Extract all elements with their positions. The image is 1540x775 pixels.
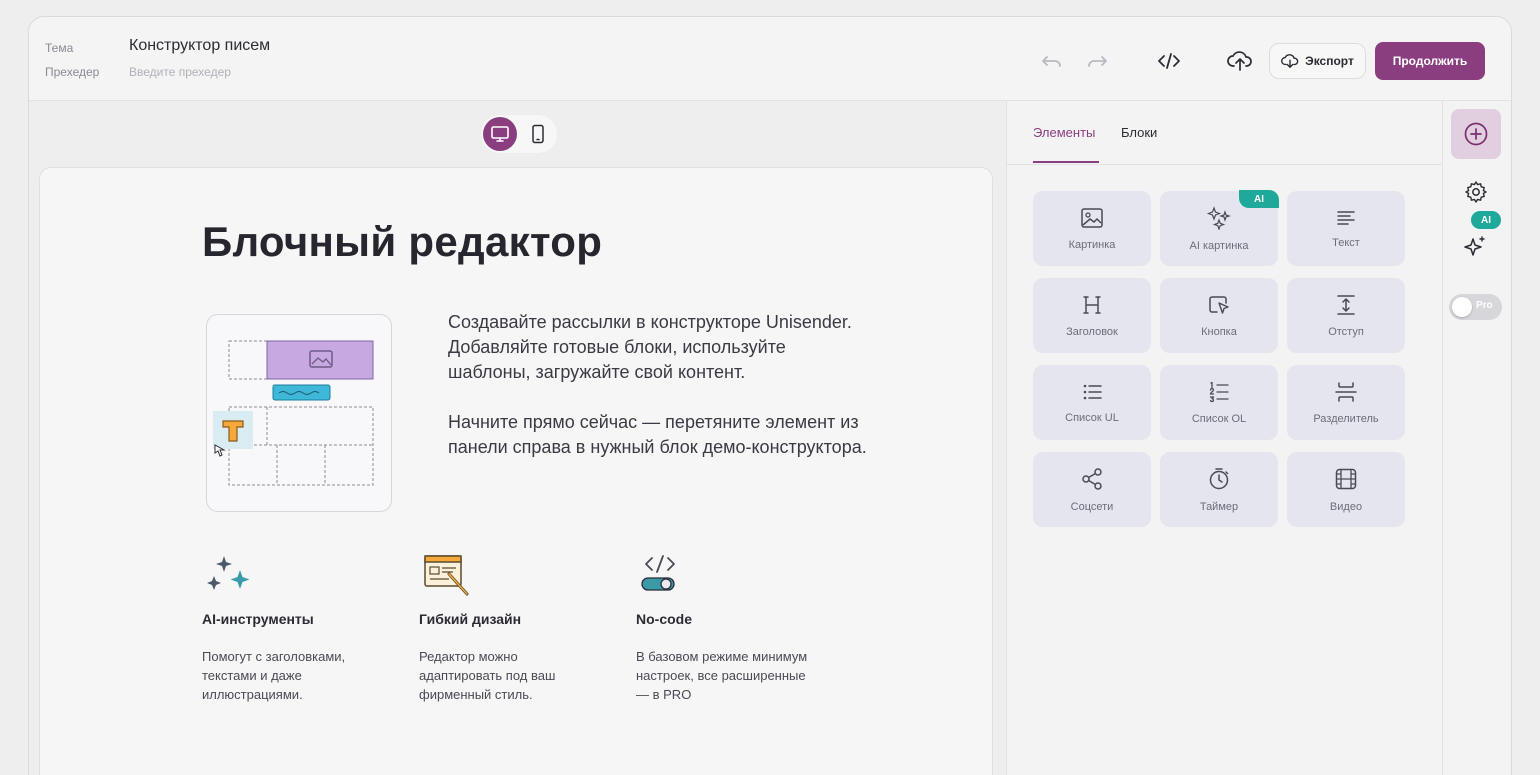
code-view-button[interactable] — [1154, 47, 1184, 75]
add-element-button[interactable] — [1451, 109, 1501, 159]
device-toggle — [481, 115, 557, 153]
element-label: Разделитель — [1313, 412, 1379, 425]
element-heading[interactable]: Заголовок — [1033, 278, 1151, 353]
video-icon — [1335, 468, 1357, 489]
element-button[interactable]: Кнопка — [1160, 278, 1278, 353]
element-social[interactable]: Соцсети — [1033, 452, 1151, 527]
desktop-icon — [491, 126, 509, 142]
cloud-download-icon — [1281, 54, 1299, 68]
design-window-icon — [424, 555, 469, 596]
gear-icon — [1465, 181, 1487, 203]
element-label: Текст — [1332, 236, 1360, 249]
timer-icon — [1209, 467, 1229, 489]
ai-sparkle-icon — [1464, 236, 1485, 256]
element-label: Заголовок — [1066, 325, 1118, 338]
canvas-area: Блочный редактор Создавайте рассылки в к… — [29, 101, 1006, 775]
element-label: Список UL — [1065, 411, 1119, 424]
cursor-button-icon — [1209, 295, 1229, 314]
upload-button[interactable] — [1225, 47, 1255, 75]
tab-blocks[interactable]: Блоки — [1121, 125, 1157, 140]
element-image[interactable]: Картинка — [1033, 191, 1151, 266]
ai-badge: AI — [1239, 190, 1279, 208]
redo-icon — [1088, 56, 1107, 67]
elements-grid: Картинка AI AI картинка Текст Заголовок … — [1033, 190, 1405, 527]
intro-paragraph-1: Создавайте рассылки в конструкторе Unise… — [448, 312, 852, 382]
pro-label: Pro — [1476, 300, 1493, 311]
image-icon — [1081, 207, 1103, 228]
mobile-view-button[interactable] — [521, 117, 555, 151]
export-button[interactable]: Экспорт — [1269, 43, 1366, 79]
spacing-icon — [1337, 294, 1355, 315]
element-label: Список OL — [1191, 412, 1247, 425]
element-divider[interactable]: Разделитель — [1287, 365, 1405, 440]
page-title: Блочный редактор — [202, 218, 603, 265]
code-icon — [1158, 53, 1180, 69]
preheader-label: Прехедер — [45, 65, 100, 79]
element-ai-image[interactable]: AI AI картинка — [1160, 190, 1279, 266]
pro-mode-toggle[interactable]: Pro — [1449, 294, 1502, 320]
numbered-list-icon — [1209, 381, 1229, 402]
element-label: Картинка — [1068, 238, 1116, 251]
preheader-input[interactable] — [125, 62, 365, 82]
settings-button[interactable] — [1463, 179, 1489, 205]
feature-description: В базовом режиме минимум настроек, все р… — [636, 649, 808, 702]
feature-description: Редактор можно адаптировать под ваш фирм… — [419, 649, 556, 702]
element-text[interactable]: Текст — [1287, 191, 1405, 266]
element-numbered-list[interactable]: Список OL — [1160, 365, 1278, 440]
intro-paragraph-2: Начните прямо сейчас — перетяните элемен… — [448, 412, 867, 457]
element-label: Отступ — [1328, 325, 1364, 338]
theme-field[interactable]: Конструктор писем — [129, 37, 270, 55]
feature-flexible-design: Гибкий дизайн Редактор можно адаптироват… — [419, 552, 599, 704]
plus-circle-icon — [1464, 122, 1488, 146]
element-bullet-list[interactable]: Список UL — [1033, 365, 1151, 440]
heading-icon — [1083, 295, 1101, 314]
text-lines-icon — [1337, 210, 1355, 225]
side-rail: AI Pro — [1442, 101, 1511, 775]
top-bar: Тема Прехедер Конструктор писем Экспорт … — [29, 17, 1511, 101]
tab-elements[interactable]: Элементы — [1033, 125, 1095, 140]
panel-tabs: Элементы Блоки — [1007, 101, 1442, 165]
elements-panel: Элементы Блоки Картинка AI AI картинка Т… — [1006, 101, 1442, 775]
cloud-upload-icon — [1227, 51, 1252, 71]
undo-button[interactable] — [1037, 47, 1067, 75]
share-icon — [1082, 467, 1102, 490]
mobile-icon — [532, 124, 544, 144]
feature-title: No-code — [636, 611, 692, 627]
editor-illustration — [206, 314, 392, 512]
feature-title: AI-инструменты — [202, 611, 314, 627]
bullet-list-icon — [1083, 384, 1102, 399]
divider-icon — [1335, 381, 1357, 402]
element-spacing[interactable]: Отступ — [1287, 278, 1405, 353]
element-label: Видео — [1329, 500, 1363, 513]
element-label: Кнопка — [1201, 325, 1237, 338]
intro-text: Создавайте рассылки в конструкторе Unise… — [448, 310, 868, 460]
undo-icon — [1042, 56, 1061, 67]
desktop-view-button[interactable] — [483, 117, 517, 151]
continue-button[interactable]: Продолжить — [1375, 42, 1485, 80]
sparkles-icon — [207, 556, 250, 590]
element-video[interactable]: Видео — [1287, 452, 1405, 527]
active-tab-indicator — [1033, 161, 1099, 163]
sparkles-icon — [1206, 205, 1231, 230]
ai-badge: AI — [1471, 211, 1501, 229]
feature-no-code: No-code В базовом режиме минимум настрое… — [636, 552, 816, 704]
export-label: Экспорт — [1305, 54, 1354, 68]
feature-ai-tools: AI-инструменты Помогут с заголовками, те… — [202, 552, 382, 704]
redo-button[interactable] — [1082, 47, 1112, 75]
element-timer[interactable]: Таймер — [1160, 452, 1278, 527]
email-canvas[interactable]: Блочный редактор Создавайте рассылки в к… — [39, 167, 993, 775]
ai-assistant-button[interactable] — [1461, 233, 1489, 261]
feature-description: Помогут с заголовками, текстами и даже и… — [202, 649, 346, 702]
toggle-knob — [1452, 297, 1472, 317]
code-toggle-icon — [641, 555, 675, 591]
app-window: Тема Прехедер Конструктор писем Экспорт … — [28, 16, 1512, 775]
element-label: AI картинка — [1189, 239, 1249, 252]
feature-title: Гибкий дизайн — [419, 611, 522, 627]
theme-label: Тема — [45, 41, 74, 55]
element-label: Таймер — [1199, 500, 1239, 513]
element-label: Соцсети — [1070, 500, 1114, 513]
